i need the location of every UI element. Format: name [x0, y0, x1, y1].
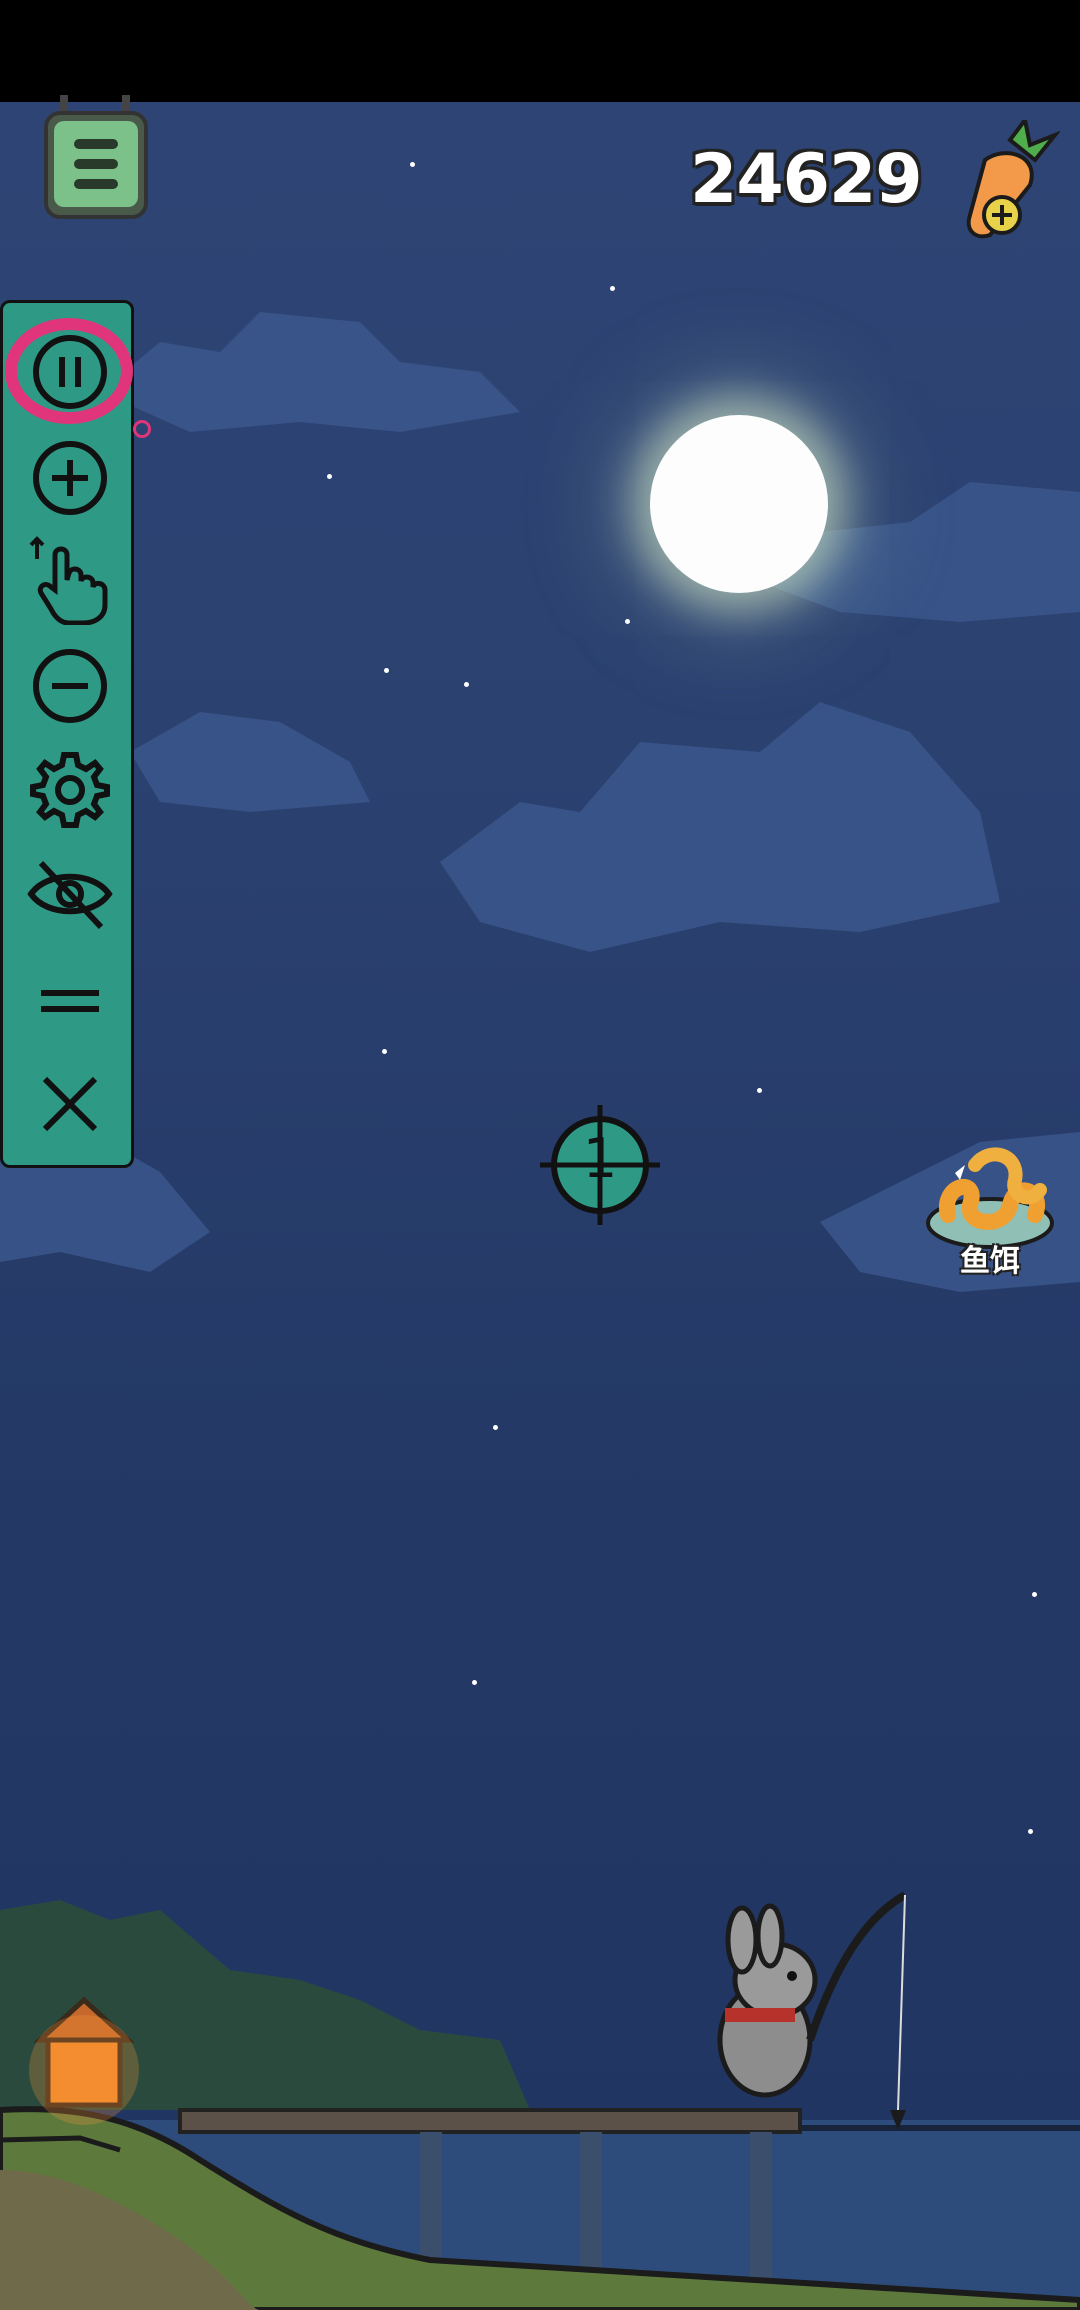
close-button[interactable]	[25, 1059, 115, 1149]
moon	[650, 415, 828, 593]
star	[327, 474, 332, 479]
plus-icon	[33, 441, 107, 515]
hide-button[interactable]	[25, 849, 115, 939]
star	[472, 1680, 477, 1685]
target-number: 1	[582, 1127, 618, 1190]
shore-scene	[0, 1891, 1080, 2310]
carrot-add-icon[interactable]	[950, 120, 1060, 245]
star	[382, 1049, 387, 1054]
swipe-hand-icon	[29, 536, 108, 626]
star	[757, 1088, 762, 1093]
tap-highlight-ring	[5, 318, 133, 424]
cloud	[130, 712, 370, 812]
remove-button[interactable]	[25, 641, 115, 731]
drag-handle[interactable]	[25, 955, 115, 1045]
star	[625, 619, 630, 624]
cloud	[440, 702, 1000, 952]
star	[464, 682, 469, 687]
tap-indicator-dot	[133, 420, 151, 438]
minus-icon	[33, 649, 107, 723]
star	[1032, 1592, 1037, 1597]
star	[1028, 1829, 1033, 1834]
eye-off-icon	[27, 860, 113, 930]
star	[384, 668, 389, 673]
bait-label: 鱼饵	[960, 1244, 1020, 1279]
close-icon	[42, 1076, 98, 1132]
carrot-counter: 24629	[690, 140, 923, 219]
drag-handle-icon	[41, 990, 99, 1012]
star	[410, 162, 415, 167]
menu-list-icon[interactable]	[40, 95, 152, 225]
cloud	[100, 312, 520, 432]
settings-button[interactable]	[25, 745, 115, 835]
status-bar	[0, 0, 1080, 102]
floating-toolbar	[0, 300, 134, 1168]
gear-icon	[30, 752, 110, 828]
star	[610, 286, 615, 291]
gesture-button[interactable]	[25, 535, 115, 626]
star	[493, 1425, 498, 1430]
add-button[interactable]	[25, 433, 115, 523]
